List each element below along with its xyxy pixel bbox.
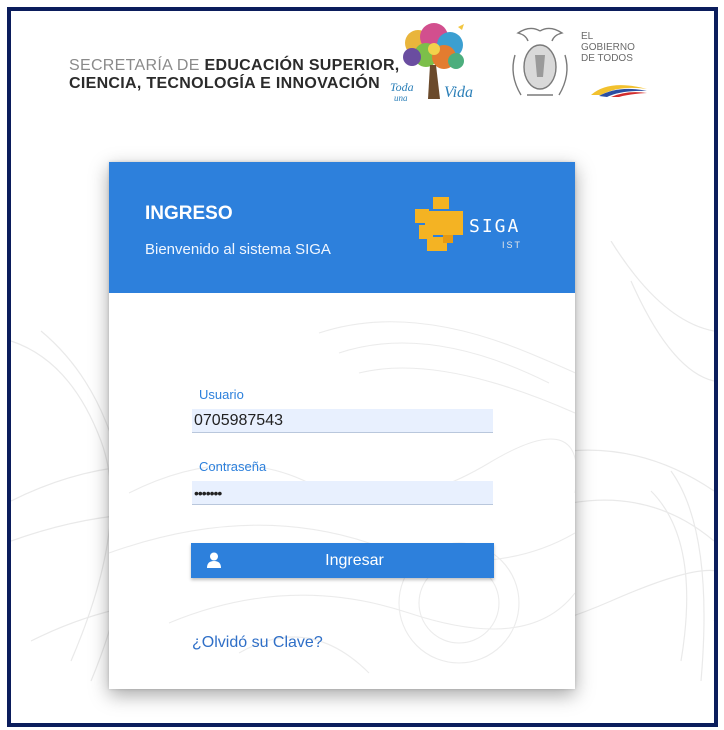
siga-logo-subtext: IST [502,240,523,250]
svg-text:Vida: Vida [444,84,473,101]
login-button[interactable]: Ingresar [191,543,494,578]
agency-name-line1-bold: EDUCACIÓN SUPERIOR, [204,57,400,74]
gobierno-line2: GOBIERNO [581,42,635,53]
gobierno-de-todos-logo: EL GOBIERNO DE TODOS [581,31,681,101]
flag-swoosh [591,85,647,97]
card-header: INGRESO Bienvenido al sistema SIGA SIGA … [109,162,575,293]
agency-name: SECRETARÍA DE EDUCACIÓN SUPERIOR, CIENCI… [69,57,400,93]
card-title: INGRESO [145,203,233,224]
gobierno-line3: DE TODOS [581,53,633,64]
agency-name-line1-light: SECRETARÍA DE [69,57,205,74]
toda-una-vida-logo: Toda una Vida [390,23,473,103]
svg-text:Toda: Toda [390,80,414,94]
username-field[interactable] [192,409,493,433]
gobierno-line1: EL [581,31,594,42]
agency-name-line2: CIENCIA, TECNOLOGÍA E INNOVACIÓN [69,75,380,92]
login-button-label: Ingresar [325,552,384,569]
card-subtitle: Bienvenido al sistema SIGA [145,241,331,258]
password-label: Contraseña [199,459,267,474]
svg-text:una: una [394,93,408,103]
login-card: INGRESO Bienvenido al sistema SIGA SIGA … [109,162,575,689]
username-label: Usuario [199,387,244,402]
siga-logo-text: SIGA [469,216,521,237]
screenshot-frame: SECRETARÍA DE EDUCACIÓN SUPERIOR, CIENCI… [7,7,718,727]
forgot-password-link[interactable]: ¿Olvidó su Clave? [192,634,323,652]
ecuador-coat-of-arms [512,27,568,96]
password-field[interactable]: ••••••• [192,481,493,505]
page-header: SECRETARÍA DE EDUCACIÓN SUPERIOR, CIENCI… [11,11,714,131]
